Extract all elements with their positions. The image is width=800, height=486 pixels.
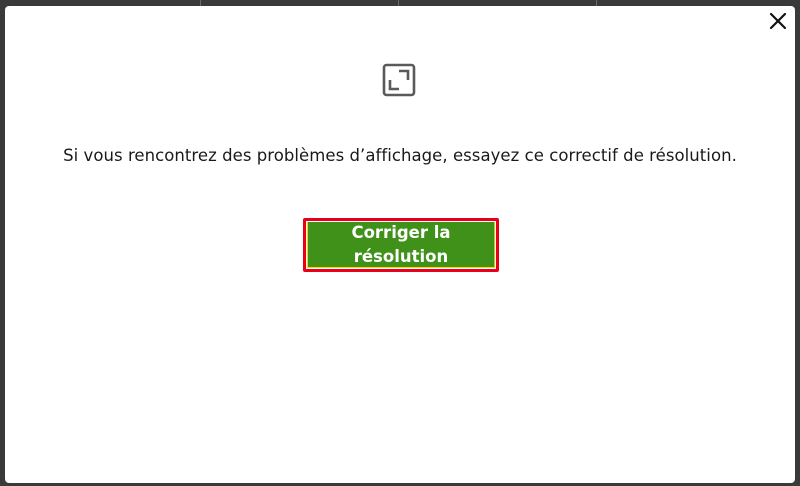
fullscreen-exit-icon bbox=[382, 63, 416, 97]
resolution-message: Si vous rencontrez des problèmes d’affic… bbox=[63, 146, 737, 165]
resolution-fix-dialog: Si vous rencontrez des problèmes d’affic… bbox=[5, 6, 795, 483]
fix-resolution-button[interactable]: Corriger la résolution bbox=[307, 222, 495, 268]
fix-resolution-button-label: Corriger la résolution bbox=[351, 222, 451, 266]
fix-button-highlight: Corriger la résolution bbox=[303, 218, 499, 272]
close-button[interactable] bbox=[767, 10, 789, 32]
close-icon bbox=[769, 12, 787, 30]
